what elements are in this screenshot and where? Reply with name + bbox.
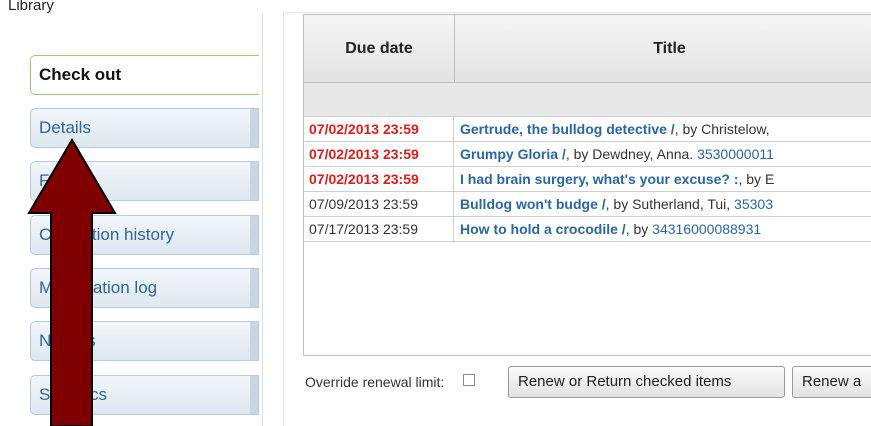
- arrow-shape: [27, 138, 117, 426]
- pointer-arrow-icon: [27, 138, 117, 426]
